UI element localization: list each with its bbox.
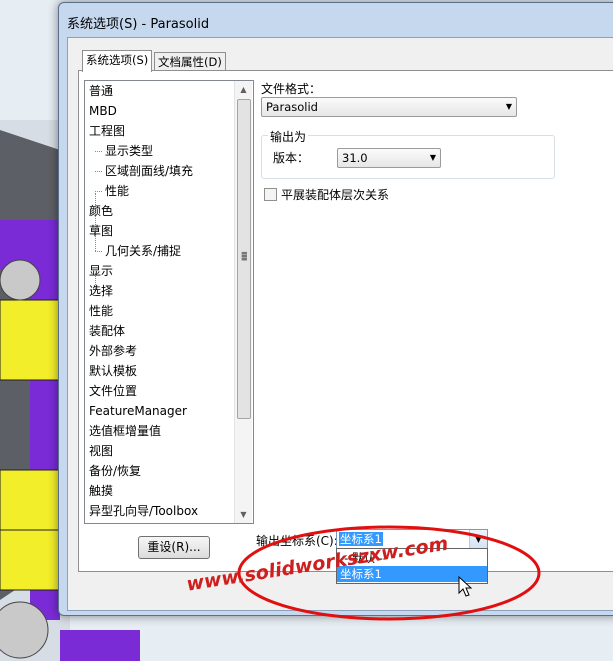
- tree-item[interactable]: 草图: [89, 221, 113, 241]
- tree-item[interactable]: 显示: [89, 261, 113, 281]
- tree-item[interactable]: 文件位置: [89, 381, 137, 401]
- flatten-assembly-checkbox[interactable]: [264, 188, 277, 201]
- grip-icon: ▬ ▬ ▬: [241, 249, 248, 263]
- tree-item[interactable]: 选值框增量值: [89, 421, 161, 441]
- tree-item-label: 几何关系/捕捉: [105, 244, 182, 258]
- options-tree[interactable]: 普通 MBD 工程图 显示类型 区域剖面线/填充 性能 颜色 草图 几何关系/捕捉 显示 选择 性能装…: [84, 80, 254, 524]
- tree-branch-line: [95, 251, 102, 252]
- tree-item[interactable]: 几何关系/捕捉: [95, 241, 182, 261]
- tree-item[interactable]: 工程图: [89, 121, 125, 141]
- tree-item[interactable]: 文件探索器: [89, 521, 149, 523]
- tree-item[interactable]: MBD: [89, 101, 117, 121]
- output-coord-label: 输出坐标系(C):: [256, 534, 338, 548]
- tree-item[interactable]: 区域剖面线/填充: [95, 161, 194, 181]
- tree-item[interactable]: 颜色: [89, 201, 113, 221]
- file-format-label: 文件格式：: [261, 82, 322, 96]
- scroll-down-arrow-icon[interactable]: ▼: [235, 506, 252, 523]
- dropdown-arrow-icon: ▼: [505, 102, 512, 111]
- tree-item[interactable]: 显示类型: [95, 141, 154, 161]
- tree-branch-line: [95, 191, 102, 192]
- tree-item[interactable]: 装配体: [89, 321, 125, 341]
- tree-item[interactable]: 视图: [89, 441, 113, 461]
- tree-branch-line: [95, 171, 102, 172]
- file-format-select[interactable]: Parasolid ▼: [261, 97, 517, 117]
- window-title: 系统选项(S) - Parasolid: [67, 17, 210, 32]
- tree-item-label: 性能: [105, 184, 130, 198]
- tree-item[interactable]: 备份/恢复: [89, 461, 141, 481]
- tree-item[interactable]: FeatureManager: [89, 401, 187, 421]
- dropdown-arrow-icon[interactable]: ▼: [469, 530, 487, 549]
- tree-item[interactable]: 性能: [95, 181, 130, 201]
- dialog-client-area: 系统选项(S) 文档属性(D) 普通 MBD 工程图 显示类型 区域剖面线/填充 性能 颜色…: [67, 37, 613, 611]
- version-value: 31.0: [342, 151, 368, 165]
- tree-item[interactable]: 外部参考: [89, 341, 137, 361]
- output-as-title: 输出为: [268, 128, 309, 145]
- tree-item-label: 区域剖面线/填充: [105, 164, 194, 178]
- tree-item[interactable]: 默认模板: [89, 361, 137, 381]
- scroll-up-arrow-icon[interactable]: ▲: [235, 81, 252, 98]
- tab-document-properties[interactable]: 文档属性(D): [154, 52, 226, 71]
- version-select[interactable]: 31.0 ▼: [337, 148, 441, 168]
- reset-button[interactable]: 重设(R)...: [138, 536, 210, 559]
- tree-branch-line: [95, 151, 102, 152]
- version-label: 版本：: [273, 151, 310, 165]
- tree-item-label: 显示类型: [105, 144, 154, 158]
- tree-item[interactable]: 异型孔向导/Toolbox: [89, 501, 198, 521]
- system-options-dialog: 系统选项(S) - Parasolid 系统选项(S) 文档属性(D) 普通 MB…: [58, 2, 613, 616]
- tree-item[interactable]: 普通: [89, 81, 113, 101]
- tree-item[interactable]: 选择: [89, 281, 113, 301]
- tree-item[interactable]: 性能: [89, 301, 113, 321]
- tree-scrollbar[interactable]: ▲ ▬ ▬ ▬ ▼: [234, 81, 252, 523]
- file-format-value: Parasolid: [266, 100, 318, 114]
- flatten-assembly-label: 平展装配体层次关系: [281, 188, 390, 202]
- tree-item[interactable]: 触摸: [89, 481, 113, 501]
- scrollbar-thumb[interactable]: ▬ ▬ ▬: [237, 99, 251, 419]
- dropdown-arrow-icon: ▼: [429, 153, 436, 162]
- tab-system-options[interactable]: 系统选项(S): [82, 50, 153, 72]
